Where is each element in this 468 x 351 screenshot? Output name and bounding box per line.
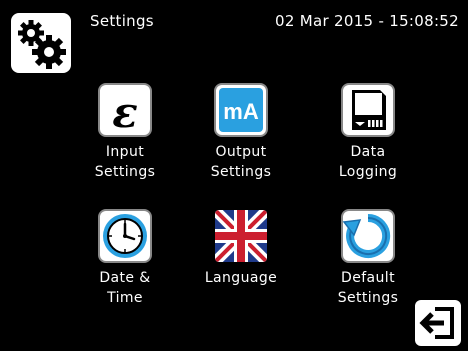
clock-icon bbox=[98, 209, 152, 263]
output-settings-label: Output Settings bbox=[210, 144, 272, 180]
exit-icon bbox=[419, 307, 454, 339]
language-tile[interactable]: Language bbox=[186, 208, 296, 324]
data-logging-tile[interactable]: Data Logging bbox=[313, 82, 423, 198]
gears-icon bbox=[18, 20, 66, 69]
date-time-label: Date & Time bbox=[99, 270, 151, 306]
date-time-readout: 02 Mar 2015 - 15:08:52 bbox=[274, 12, 459, 30]
data-logging-label: Data Logging bbox=[338, 144, 398, 180]
input-settings-label: Input Settings bbox=[94, 144, 156, 180]
default-settings-label: Default Settings bbox=[337, 270, 399, 306]
epsilon-icon: ε bbox=[98, 83, 152, 137]
reset-arrow-icon bbox=[341, 209, 395, 263]
svg-text:mA: mA bbox=[223, 99, 259, 124]
union-flag-icon bbox=[215, 210, 267, 262]
language-label: Language bbox=[204, 270, 278, 286]
output-settings-tile[interactable]: mA Output Settings bbox=[186, 82, 296, 198]
default-settings-tile[interactable]: Default Settings bbox=[313, 208, 423, 324]
mA-icon: mA bbox=[214, 83, 268, 137]
date-time-tile[interactable]: Date & Time bbox=[70, 208, 180, 324]
input-settings-tile[interactable]: ε Input Settings bbox=[70, 82, 180, 198]
exit-button[interactable] bbox=[415, 300, 461, 346]
settings-gears-button[interactable] bbox=[11, 13, 71, 73]
sd-card-icon bbox=[341, 83, 395, 137]
svg-text:ε: ε bbox=[112, 88, 138, 137]
page-title: Settings bbox=[90, 12, 154, 30]
